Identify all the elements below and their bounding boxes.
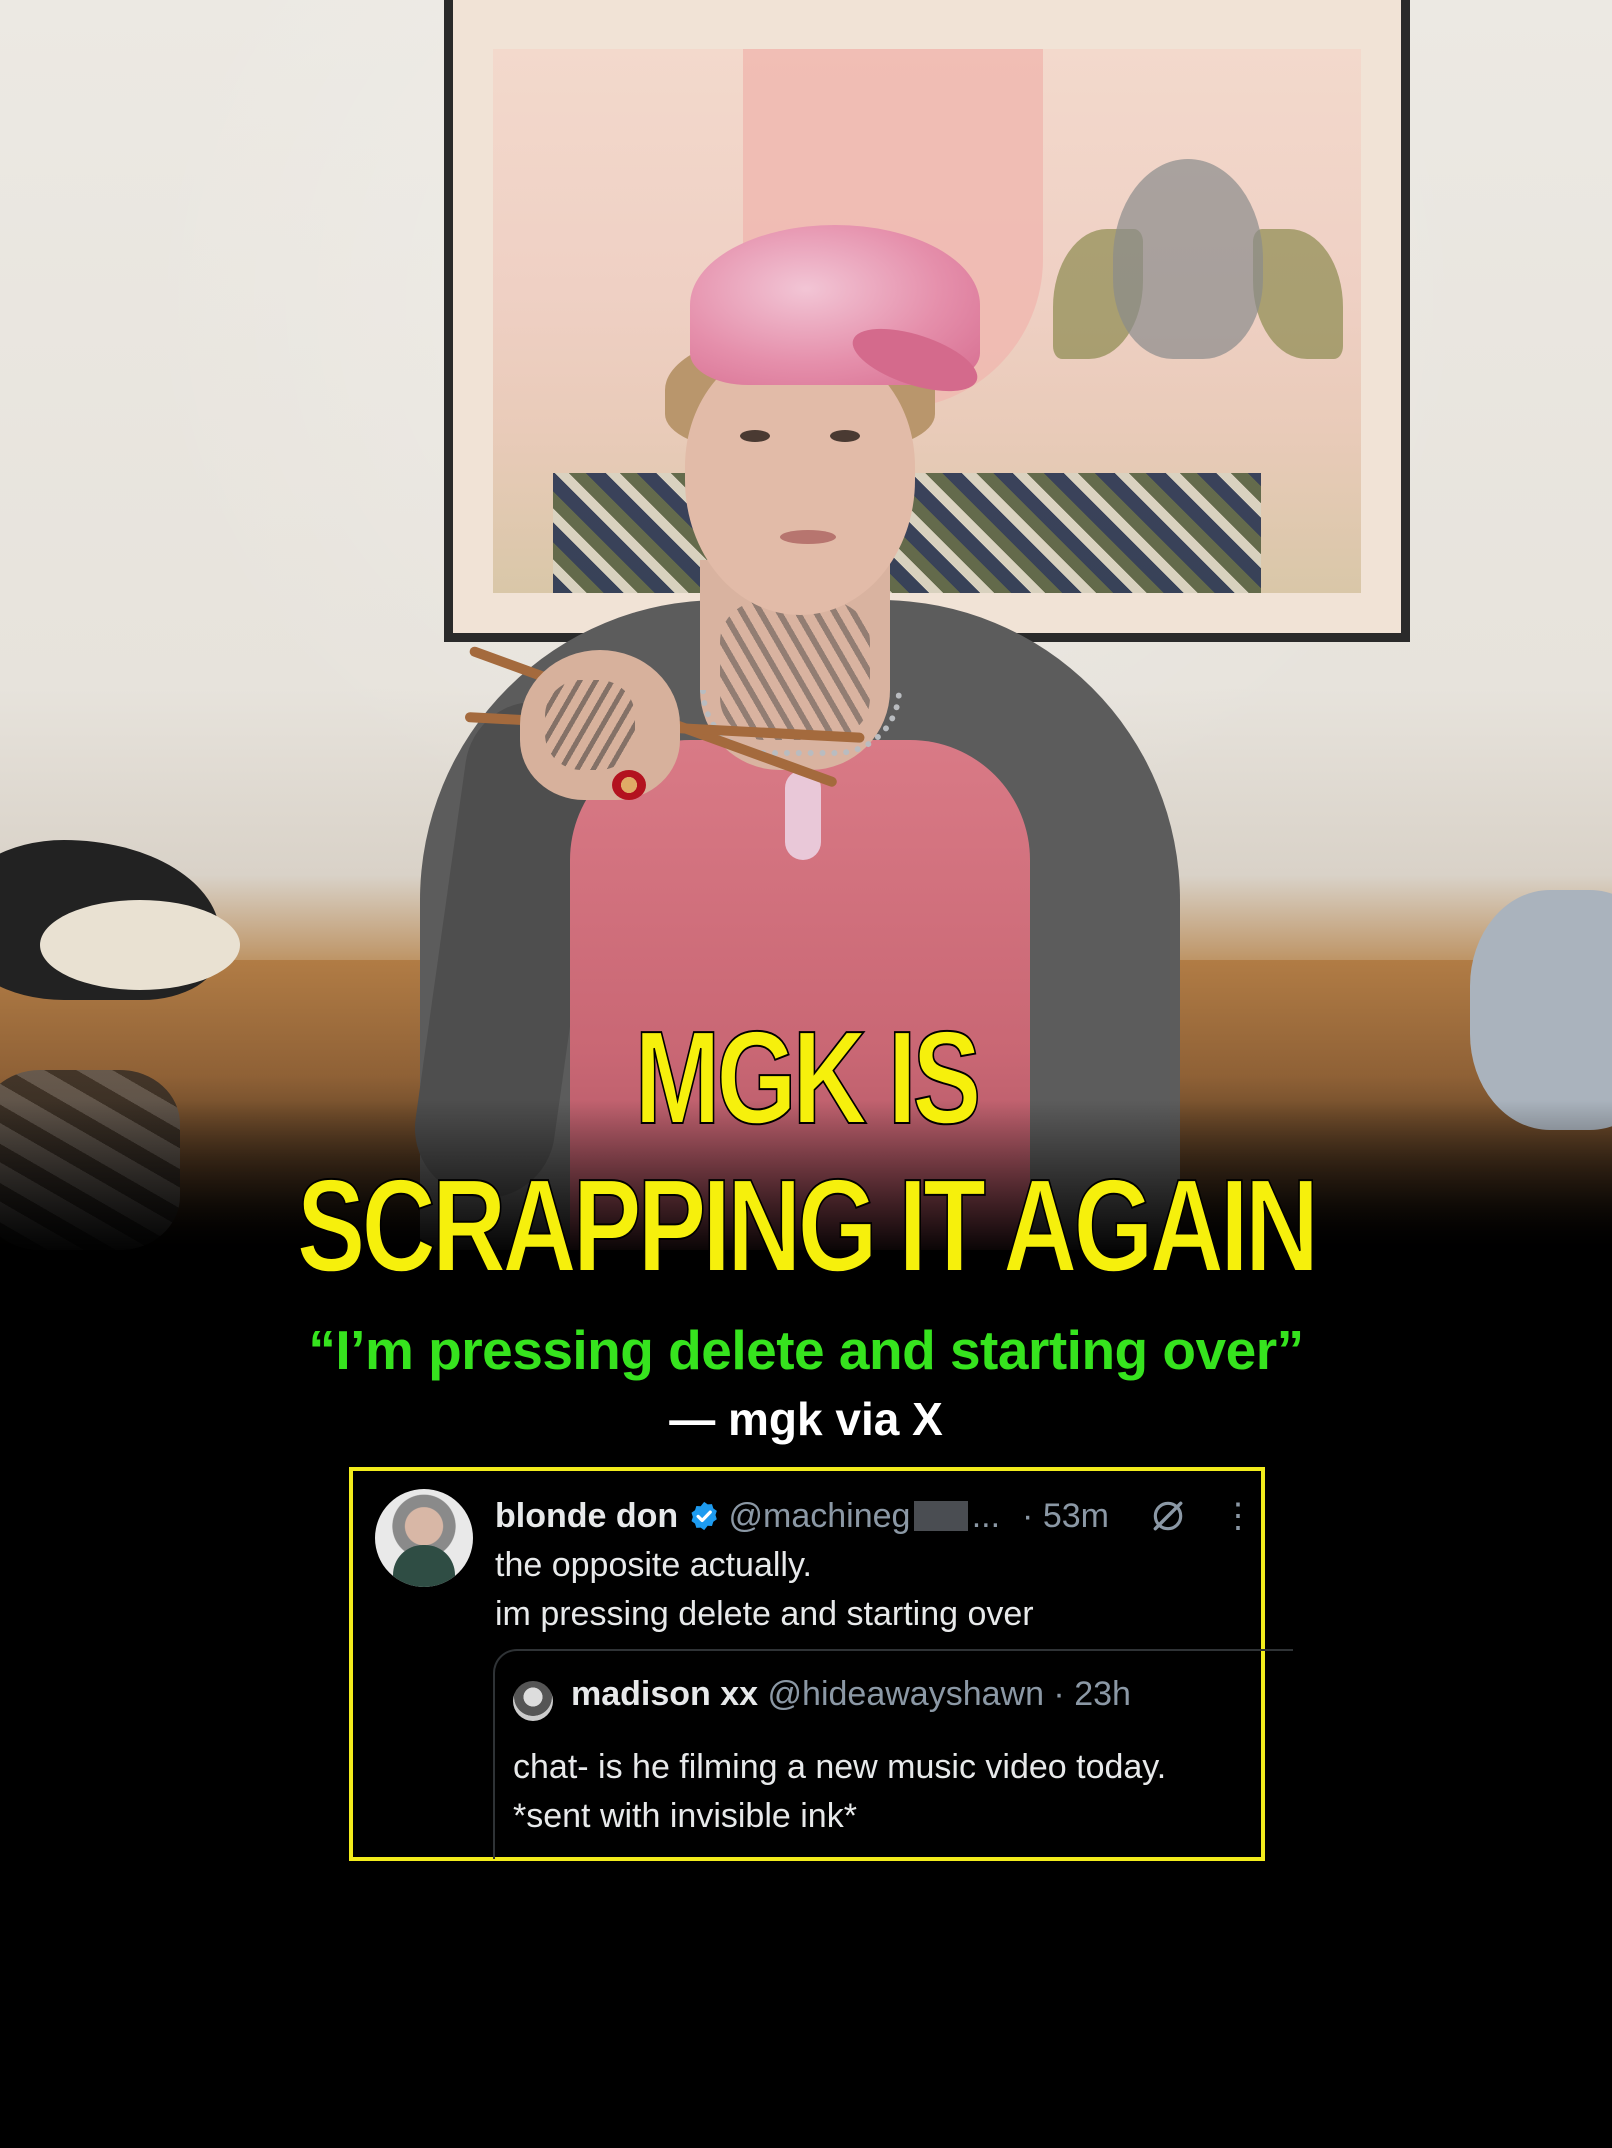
avatar-figure bbox=[393, 1545, 455, 1587]
hand-tattoo bbox=[545, 680, 635, 770]
tweet-timestamp[interactable]: · 53m bbox=[1022, 1497, 1109, 1536]
author-avatar[interactable] bbox=[375, 1489, 473, 1587]
quoted-tweet[interactable]: madison xx @hideawayshawn · 23h chat- is… bbox=[493, 1649, 1293, 1859]
grok-icon[interactable] bbox=[1149, 1496, 1187, 1536]
guitar-pendant bbox=[785, 770, 821, 860]
quoted-author-handle[interactable]: @hideawayshawn · 23h bbox=[768, 1675, 1131, 1713]
quoted-tweet-line: *sent with invisible ink* bbox=[513, 1797, 857, 1835]
quoted-author-avatar[interactable] bbox=[513, 1681, 553, 1721]
tweet-body: the opposite actually. im pressing delet… bbox=[495, 1541, 1034, 1639]
author-handle[interactable]: @machineg bbox=[729, 1497, 911, 1536]
quoted-tweet-body: chat- is he filming a new music video to… bbox=[513, 1743, 1166, 1841]
tweet-header: blonde don @machineg ... · 53m ⋮ bbox=[495, 1493, 1255, 1539]
pull-quote: “I’m pressing delete and starting over” bbox=[308, 1319, 1304, 1381]
person-face bbox=[685, 345, 915, 615]
author-name[interactable]: blonde don bbox=[495, 1497, 678, 1536]
verified-badge-icon bbox=[691, 1501, 718, 1531]
redaction-box bbox=[914, 1501, 968, 1531]
quoted-tweet-line: chat- is he filming a new music video to… bbox=[513, 1748, 1167, 1786]
red-ring bbox=[612, 770, 646, 800]
quoted-author-name[interactable]: madison xx bbox=[571, 1675, 758, 1713]
painting-leaf bbox=[1253, 229, 1343, 359]
cap-brim bbox=[40, 900, 240, 990]
quoted-tweet-header: madison xx @hideawayshawn · 23h bbox=[571, 1675, 1131, 1714]
handle-ellipsis: ... bbox=[971, 1496, 1001, 1535]
quote-attribution: — mgk via X bbox=[669, 1393, 943, 1445]
tweet-card: blonde don @machineg ... · 53m ⋮ the opp… bbox=[349, 1467, 1293, 1861]
more-options-icon[interactable]: ⋮ bbox=[1221, 1496, 1255, 1536]
painting-flower bbox=[1113, 159, 1263, 359]
tweet-line: the opposite actually. bbox=[495, 1546, 812, 1584]
person-eye bbox=[830, 430, 860, 442]
headline-line-1: MGK IS bbox=[634, 1004, 982, 1151]
headline-line-2: SCRAPPING IT AGAIN bbox=[296, 1152, 1320, 1299]
person-eye bbox=[740, 430, 770, 442]
person-mouth bbox=[780, 530, 836, 544]
denim-jacket bbox=[1470, 890, 1612, 1130]
tweet-line: im pressing delete and starting over bbox=[495, 1595, 1034, 1633]
